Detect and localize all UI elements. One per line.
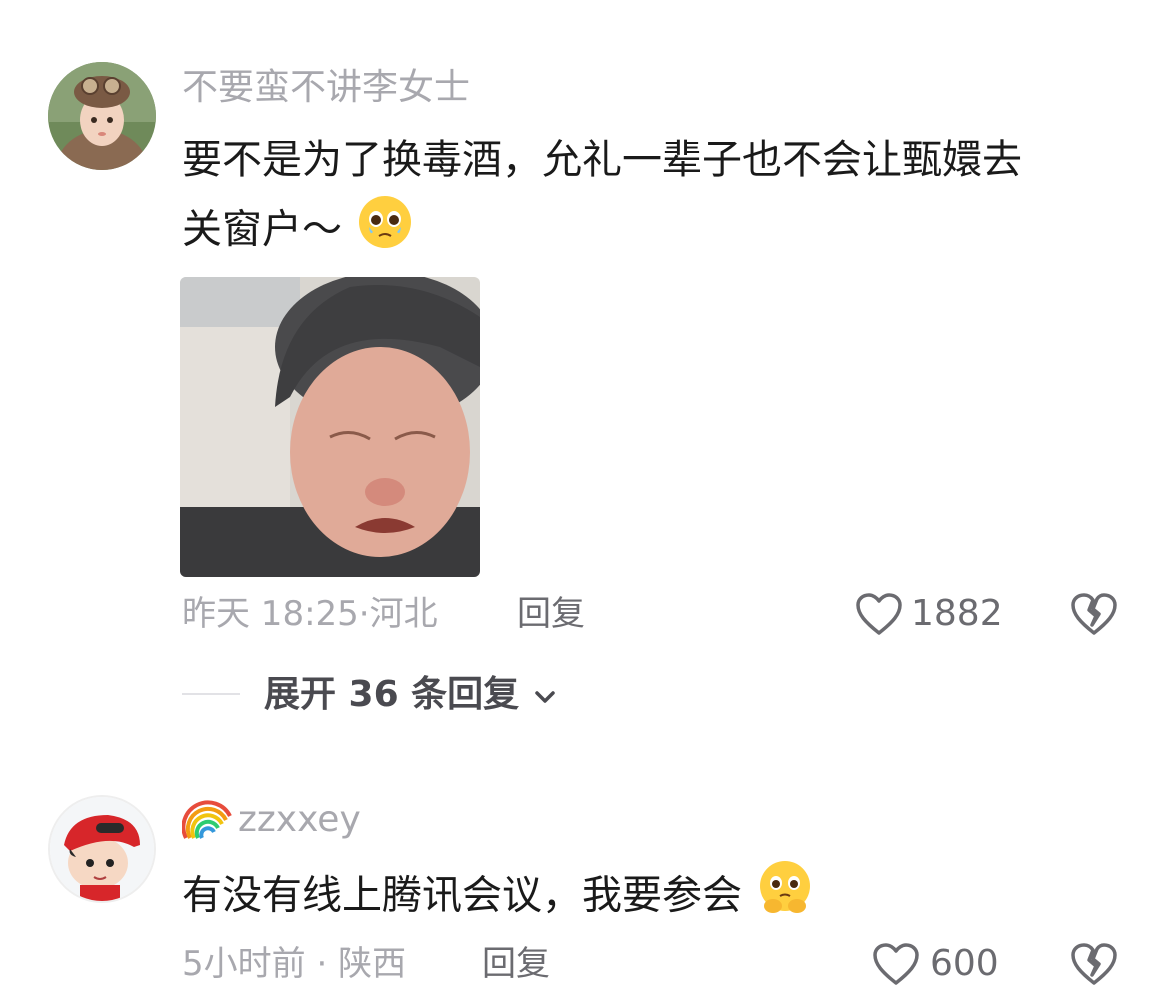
chevron-down-icon xyxy=(532,674,558,718)
comment-meta: 5小时前 · 陕西 xyxy=(182,942,406,986)
comment-text: 有没有线上腾讯会议，我要参会 xyxy=(182,858,815,937)
heart-icon xyxy=(872,942,920,990)
meta-separator: · xyxy=(305,944,339,984)
comment-meta: 昨天 18:25·河北 xyxy=(182,592,438,636)
comment-location: 河北 xyxy=(369,594,438,634)
heart-icon xyxy=(855,592,903,640)
comment-image[interactable] xyxy=(180,277,480,577)
comment-username[interactable]: 不要蛮不讲李女士 xyxy=(182,66,470,110)
rainbow-icon xyxy=(181,796,232,844)
reply-button[interactable]: 回复 xyxy=(482,942,550,986)
like-count: 600 xyxy=(930,943,999,984)
comment-time: 昨天 18:25 xyxy=(182,594,359,634)
avatar[interactable] xyxy=(48,795,156,903)
reply-button[interactable]: 回复 xyxy=(517,592,585,636)
like-count: 1882 xyxy=(911,593,1003,634)
comment-location: 陕西 xyxy=(338,944,407,984)
expand-replies-label: 展开 36 条回复 xyxy=(264,674,520,715)
comment-text-line: 关窗户～ xyxy=(182,206,342,253)
comment-text: 要不是为了换毒酒，允礼一辈子也不会让甄嬛去 关窗户～ xyxy=(182,128,1142,271)
expand-divider xyxy=(182,693,240,695)
dislike-broken-heart-icon[interactable] xyxy=(1070,592,1118,640)
comment-text-line: 要不是为了换毒酒，允礼一辈子也不会让甄嬛去 xyxy=(182,137,1022,183)
like-button[interactable]: 1882 xyxy=(855,588,1005,640)
comment-text-line: 有没有线上腾讯会议，我要参会 xyxy=(182,872,742,919)
pleading-face-tears-icon xyxy=(355,192,415,271)
meta-separator: · xyxy=(358,594,370,634)
comment-username[interactable]: zzxxey xyxy=(238,798,361,842)
comment-time: 5小时前 xyxy=(182,944,306,984)
avatar[interactable] xyxy=(48,62,156,170)
like-button[interactable]: 600 xyxy=(872,938,1002,990)
pleading-face-hands-icon xyxy=(755,858,815,937)
expand-replies-button[interactable]: 展开 36 条回复 xyxy=(264,673,558,718)
dislike-broken-heart-icon[interactable] xyxy=(1070,942,1118,990)
